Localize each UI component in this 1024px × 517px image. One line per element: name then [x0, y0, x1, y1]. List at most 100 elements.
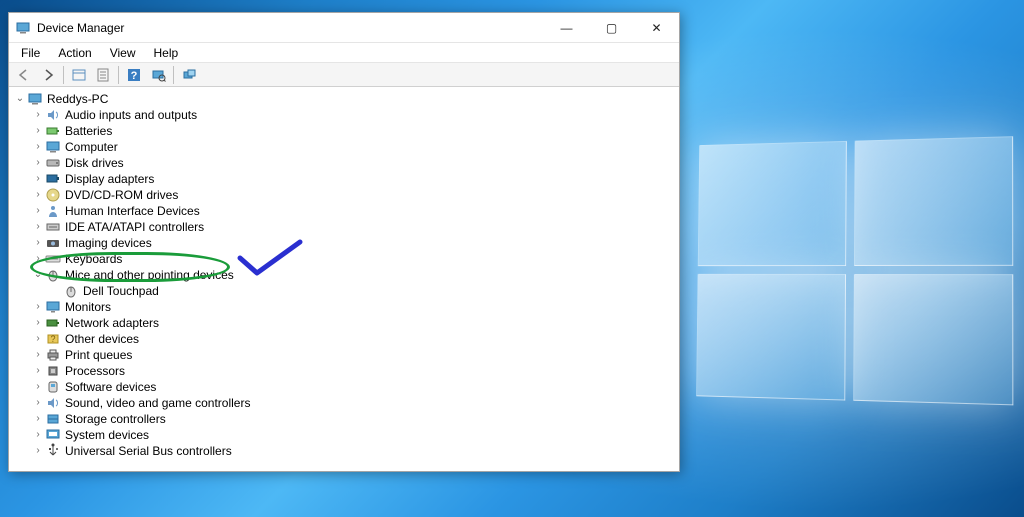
chevron-right-icon[interactable]: › [31, 219, 45, 235]
category-label: Universal Serial Bus controllers [65, 443, 232, 459]
chevron-right-icon[interactable]: › [31, 235, 45, 251]
battery-icon [45, 123, 61, 139]
network-icon [45, 315, 61, 331]
chevron-right-icon[interactable]: › [31, 107, 45, 123]
category-batteries[interactable]: › Batteries [31, 123, 679, 139]
chevron-right-icon[interactable]: › [31, 187, 45, 203]
category-other[interactable]: › ? Other devices [31, 331, 679, 347]
category-mice-children: › Dell Touchpad [31, 283, 679, 299]
back-button[interactable] [13, 65, 35, 85]
toolbar: ? [9, 63, 679, 87]
chevron-right-icon[interactable]: › [31, 363, 45, 379]
chevron-right-icon[interactable]: › [31, 331, 45, 347]
toolbar-separator [118, 66, 119, 84]
category-label: Mice and other pointing devices [65, 267, 234, 283]
chevron-right-icon[interactable]: › [31, 155, 45, 171]
category-label: System devices [65, 427, 149, 443]
mouse-icon [45, 267, 61, 283]
category-keyboards[interactable]: › Keyboards [31, 251, 679, 267]
chevron-right-icon[interactable]: › [31, 123, 45, 139]
chevron-right-icon[interactable]: › [31, 251, 45, 267]
menu-action[interactable]: Action [50, 45, 99, 61]
computer-icon [27, 91, 43, 107]
titlebar[interactable]: Device Manager — ▢ ✕ [9, 13, 679, 43]
ide-icon [45, 219, 61, 235]
computer-icon [45, 139, 61, 155]
close-button[interactable]: ✕ [634, 13, 679, 42]
chevron-right-icon[interactable]: › [31, 395, 45, 411]
tree-root[interactable]: ⌄ Reddys-PC [13, 91, 679, 107]
category-network[interactable]: › Network adapters [31, 315, 679, 331]
category-label: Sound, video and game controllers [65, 395, 250, 411]
category-sound[interactable]: › Sound, video and game controllers [31, 395, 679, 411]
category-mice[interactable]: ⌄ Mice and other pointing devices [31, 267, 679, 283]
category-label: Keyboards [65, 251, 122, 267]
show-hide-tree-button[interactable] [68, 65, 90, 85]
chevron-right-icon[interactable]: › [31, 171, 45, 187]
cpu-icon [45, 363, 61, 379]
category-hid[interactable]: › Human Interface Devices [31, 203, 679, 219]
chevron-right-icon[interactable]: › [31, 347, 45, 363]
other-icon: ? [45, 331, 61, 347]
category-label: Processors [65, 363, 125, 379]
disk-icon [45, 155, 61, 171]
chevron-right-icon[interactable]: › [31, 411, 45, 427]
chevron-down-icon[interactable]: ⌄ [31, 267, 45, 283]
category-computer[interactable]: › Computer [31, 139, 679, 155]
category-monitors[interactable]: › Monitors [31, 299, 679, 315]
mouse-icon [63, 283, 79, 299]
category-label: Audio inputs and outputs [65, 107, 197, 123]
chevron-down-icon[interactable]: ⌄ [13, 91, 27, 107]
category-label: DVD/CD-ROM drives [65, 187, 178, 203]
chevron-right-icon[interactable]: › [31, 443, 45, 459]
category-processors[interactable]: › Processors [31, 363, 679, 379]
chevron-right-icon[interactable]: › [31, 139, 45, 155]
device-dell-touchpad[interactable]: › Dell Touchpad [49, 283, 679, 299]
minimize-button[interactable]: — [544, 13, 589, 42]
menu-help[interactable]: Help [146, 45, 187, 61]
chevron-right-icon[interactable]: › [31, 299, 45, 315]
app-icon [15, 20, 31, 36]
chevron-right-icon[interactable]: › [31, 379, 45, 395]
category-label: Software devices [65, 379, 156, 395]
sound-icon [45, 395, 61, 411]
printer-icon [45, 347, 61, 363]
category-software[interactable]: › Software devices [31, 379, 679, 395]
tree-root-children: › Audio inputs and outputs › Batteries ›… [13, 107, 679, 459]
category-label: Batteries [65, 123, 112, 139]
uninstall-button[interactable] [178, 65, 200, 85]
wallpaper-window-logo [696, 136, 1013, 405]
category-imaging[interactable]: › Imaging devices [31, 235, 679, 251]
dvd-icon [45, 187, 61, 203]
system-icon [45, 427, 61, 443]
category-system[interactable]: › System devices [31, 427, 679, 443]
category-label: IDE ATA/ATAPI controllers [65, 219, 204, 235]
category-label: Display adapters [65, 171, 154, 187]
tree-root-label: Reddys-PC [47, 91, 108, 107]
chevron-right-icon[interactable]: › [31, 427, 45, 443]
audio-icon [45, 107, 61, 123]
category-display-adapters[interactable]: › Display adapters [31, 171, 679, 187]
toolbar-separator [63, 66, 64, 84]
category-disk-drives[interactable]: › Disk drives [31, 155, 679, 171]
category-ide[interactable]: › IDE ATA/ATAPI controllers [31, 219, 679, 235]
chevron-right-icon[interactable]: › [31, 315, 45, 331]
keyboard-icon [45, 251, 61, 267]
category-audio[interactable]: › Audio inputs and outputs [31, 107, 679, 123]
help-button[interactable]: ? [123, 65, 145, 85]
scan-hardware-button[interactable] [147, 65, 169, 85]
properties-button[interactable] [92, 65, 114, 85]
category-label: Human Interface Devices [65, 203, 200, 219]
monitor-icon [45, 299, 61, 315]
category-print[interactable]: › Print queues [31, 347, 679, 363]
maximize-button[interactable]: ▢ [589, 13, 634, 42]
usb-icon [45, 443, 61, 459]
menu-file[interactable]: File [13, 45, 48, 61]
forward-button[interactable] [37, 65, 59, 85]
category-storage[interactable]: › Storage controllers [31, 411, 679, 427]
category-usb[interactable]: › Universal Serial Bus controllers [31, 443, 679, 459]
device-tree[interactable]: ⌄ Reddys-PC › Audio inputs and outputs ›… [9, 87, 679, 471]
menu-view[interactable]: View [102, 45, 144, 61]
chevron-right-icon[interactable]: › [31, 203, 45, 219]
category-dvd[interactable]: › DVD/CD-ROM drives [31, 187, 679, 203]
